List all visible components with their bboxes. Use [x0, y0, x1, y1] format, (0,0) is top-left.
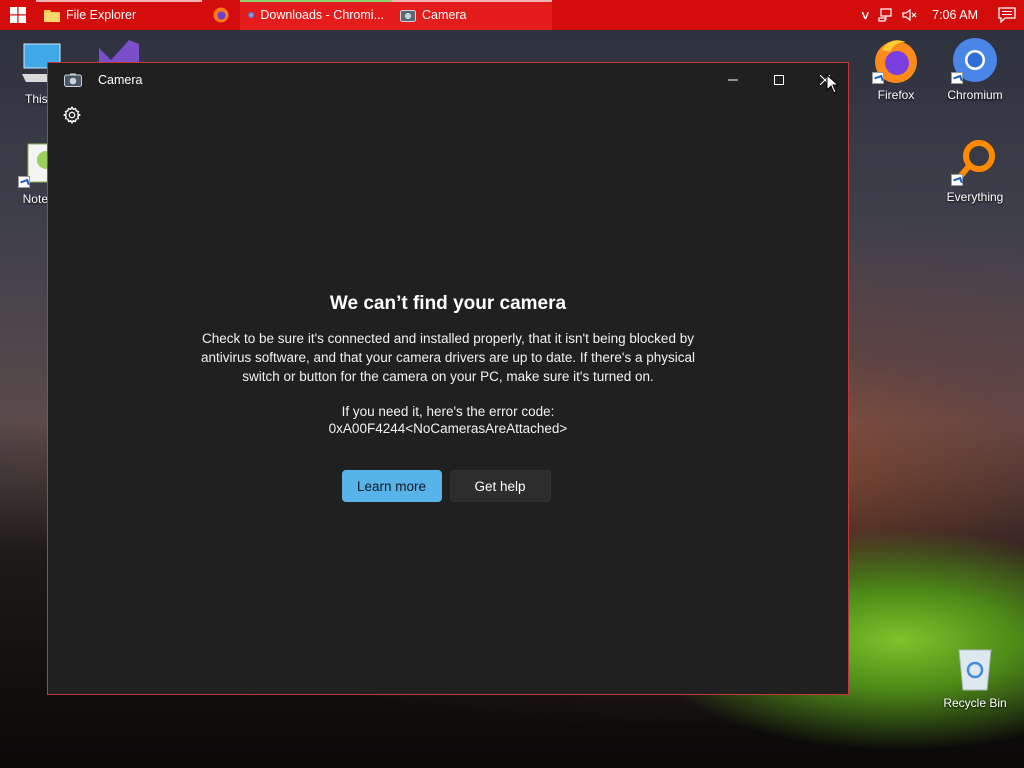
- taskbar-item-label: Downloads - Chromi...: [260, 8, 384, 22]
- title-bar[interactable]: Camera: [48, 63, 848, 97]
- action-center-icon[interactable]: [998, 7, 1016, 23]
- error-heading: We can’t find your camera: [329, 293, 567, 314]
- desktop-icon-label: Everything: [946, 190, 1004, 204]
- window-title: Camera: [98, 73, 143, 87]
- minimize-icon: [728, 79, 738, 81]
- close-button[interactable]: [802, 63, 848, 97]
- taskbar-item-label: File Explorer: [66, 8, 137, 22]
- taskbar-item-firefox[interactable]: [202, 0, 240, 30]
- maximize-button[interactable]: [756, 63, 802, 97]
- taskbar-item-file-explorer[interactable]: File Explorer: [36, 0, 202, 30]
- taskbar: File Explorer Downloads - Chromi... Came…: [0, 0, 1024, 30]
- maximize-icon: [774, 75, 784, 85]
- error-panel: We can’t find your camera Check to be su…: [48, 293, 848, 502]
- desktop-icon-label: Firefox: [877, 88, 915, 102]
- chromium-icon: [248, 12, 255, 18]
- error-code-label: If you need it, here's the error code:: [341, 404, 555, 419]
- error-code: 0xA00F4244<NoCamerasAreAttached>: [328, 421, 568, 436]
- recycle-bin-icon: [951, 644, 999, 692]
- taskbar-item-label: Camera: [422, 8, 467, 22]
- desktop-icon-chromium[interactable]: Chromium: [937, 36, 1013, 102]
- folder-icon: [44, 10, 60, 22]
- gear-icon: [62, 105, 82, 125]
- system-tray: ∨ 7:06 AM: [860, 0, 1024, 30]
- learn-more-button[interactable]: Learn more: [341, 470, 442, 502]
- desktop-icon-recycle-bin[interactable]: Recycle Bin: [937, 644, 1013, 710]
- chromium-icon: [951, 36, 999, 84]
- desktop-icon-everything[interactable]: Everything: [937, 138, 1013, 204]
- clock[interactable]: 7:06 AM: [932, 8, 978, 22]
- firefox-icon: [872, 36, 920, 84]
- error-description: Check to be sure it's connected and inst…: [200, 331, 696, 384]
- chevron-up-icon[interactable]: ∨: [860, 8, 871, 22]
- network-icon[interactable]: [878, 8, 894, 22]
- mouse-cursor-icon: [826, 74, 838, 94]
- desktop-icon-label: Chromium: [947, 88, 1003, 102]
- start-button[interactable]: [0, 0, 36, 30]
- taskbar-item-camera[interactable]: Camera: [392, 0, 552, 30]
- minimize-button[interactable]: [710, 63, 756, 97]
- taskbar-item-chromium[interactable]: Downloads - Chromi...: [240, 0, 392, 30]
- camera-icon: [400, 10, 416, 22]
- settings-button[interactable]: [62, 105, 82, 125]
- desktop-icon-firefox[interactable]: Firefox: [858, 36, 934, 102]
- camera-icon: [64, 73, 82, 87]
- camera-window: Camera We can’t find your camera Check t…: [47, 62, 849, 695]
- everything-search-icon: [951, 138, 999, 186]
- action-buttons: Learn more Get help: [44, 470, 848, 502]
- firefox-icon: [213, 7, 229, 23]
- desktop-icon-label: Recycle Bin: [943, 696, 1007, 710]
- windows-logo-icon: [10, 7, 26, 23]
- get-help-button[interactable]: Get help: [449, 470, 551, 502]
- volume-muted-icon[interactable]: [902, 8, 918, 22]
